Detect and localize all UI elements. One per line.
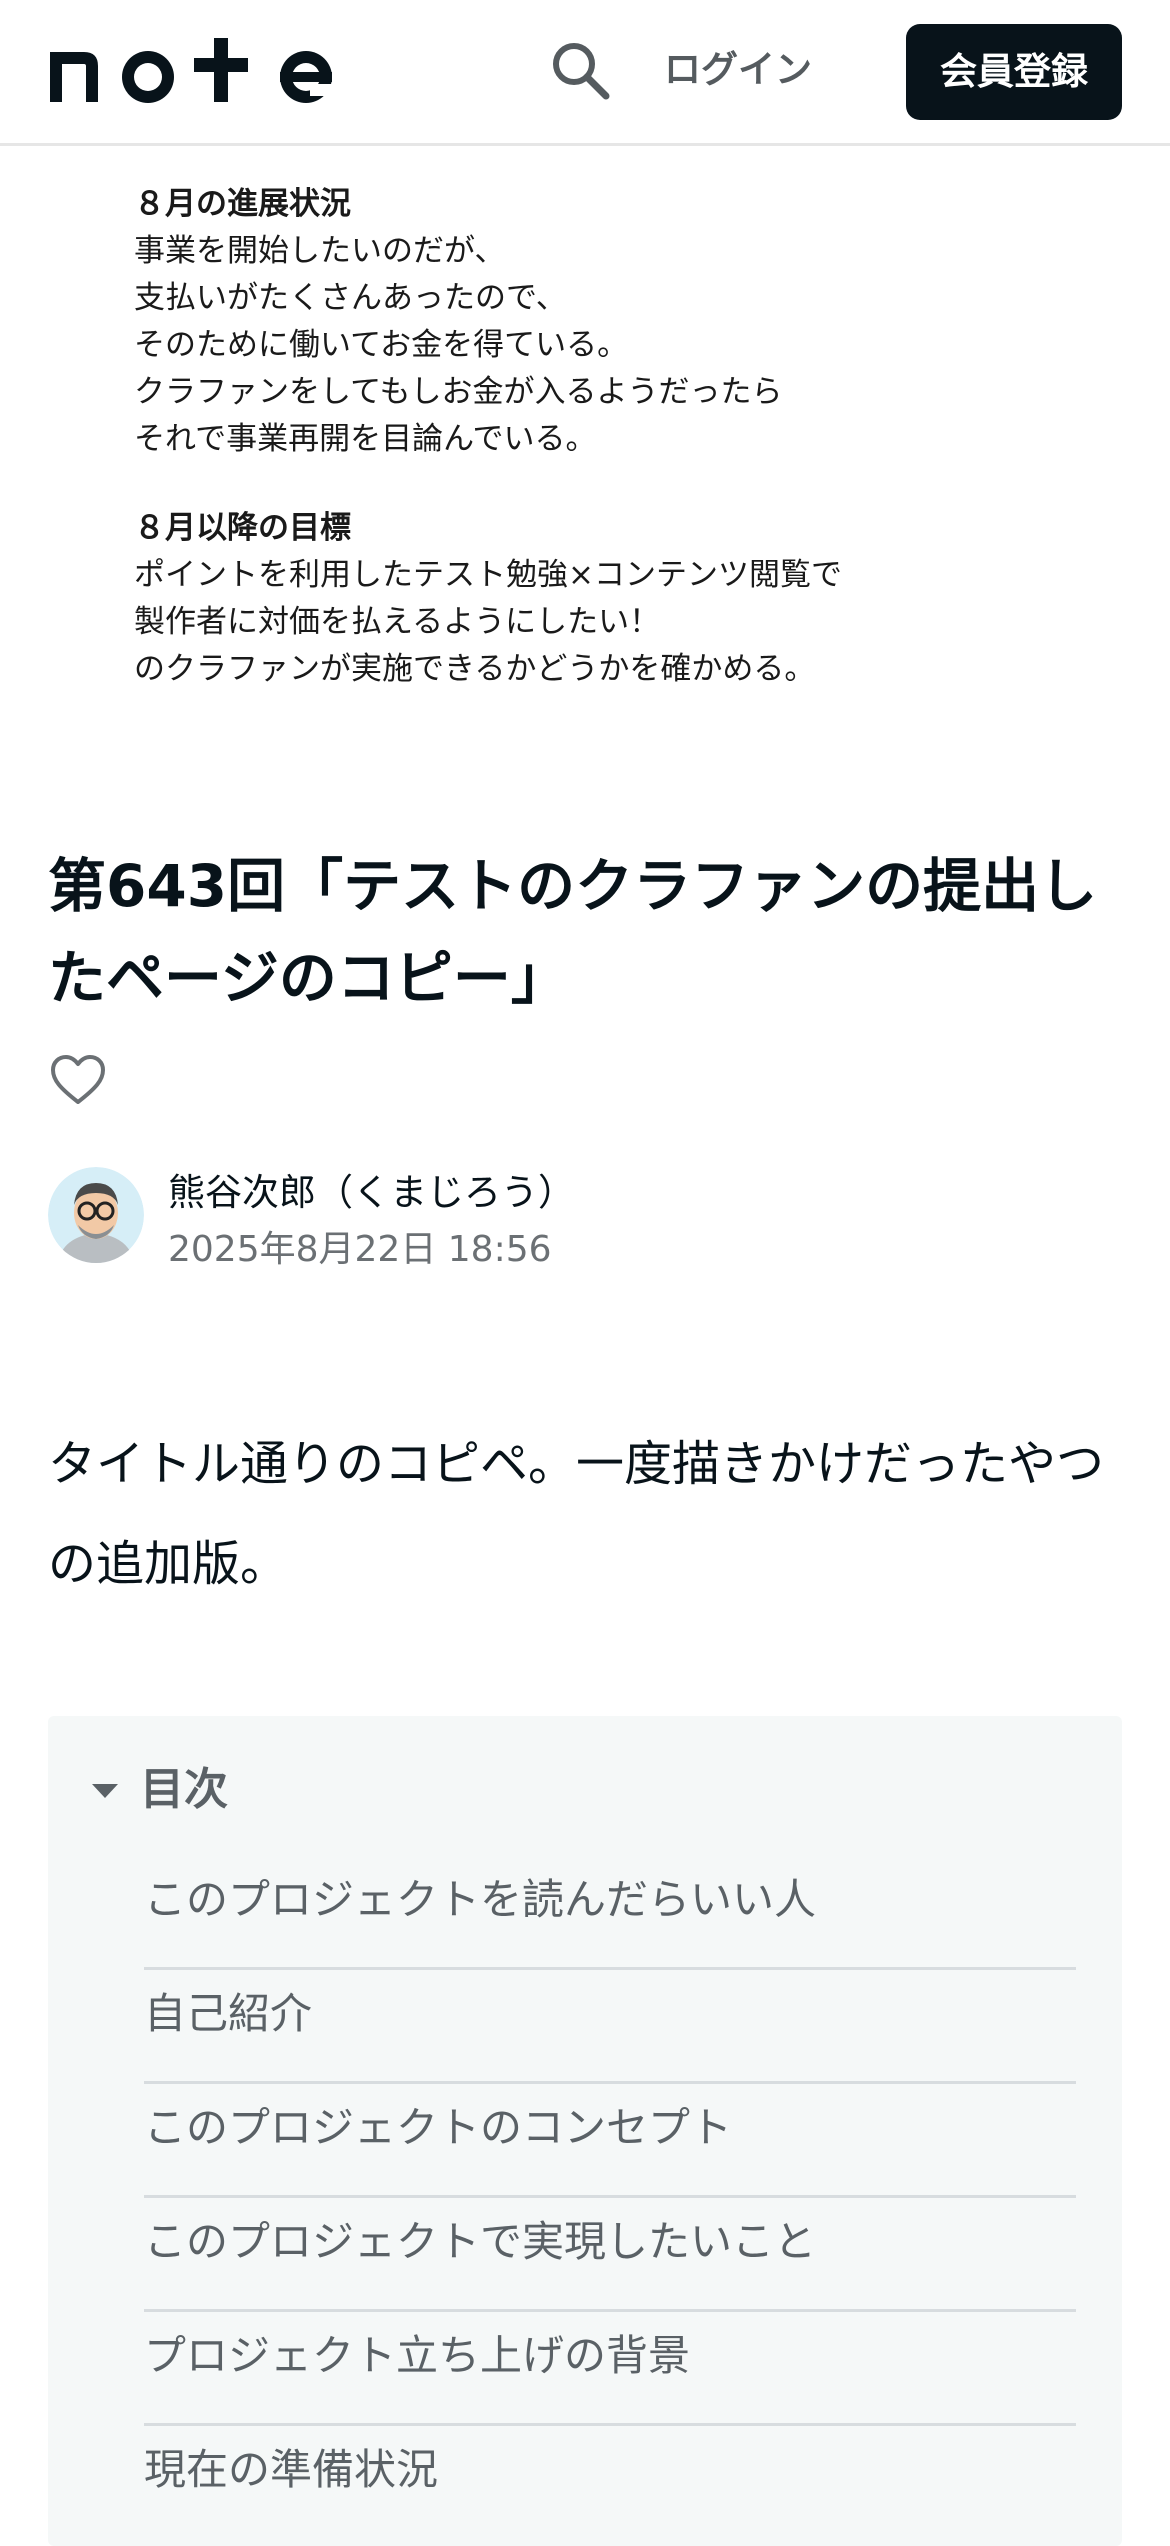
- toc-list: このプロジェクトを読んだらいい人 自己紹介 このプロジェクトのコンセプト このプ…: [144, 1856, 1076, 2540]
- search-icon: [553, 43, 610, 100]
- author-avatar-image: [48, 1167, 144, 1263]
- toc-item[interactable]: このプロジェクトで実現したいこと: [144, 2198, 1076, 2312]
- progress-heading: ８月の進展状況: [134, 186, 351, 222]
- site-header: ログイン 会員登録: [0, 0, 1170, 146]
- toc-item[interactable]: プロジェクト立ち上げの背景: [144, 2312, 1076, 2426]
- article-title-line: 第643回「テストのクラファンの提出し: [48, 852, 1098, 920]
- article-body: タイトル通りのコピペ。一度描きかけだったやつ の追加版。: [48, 1414, 1128, 1614]
- author-name[interactable]: 熊谷次郎（くまじろう）: [168, 1168, 575, 1218]
- toc-item-label: このプロジェクトのコンセプト: [144, 2103, 733, 2152]
- toc-item-label: 現在の準備状況: [144, 2445, 439, 2494]
- toc-item[interactable]: 現在の準備状況: [144, 2426, 1076, 2540]
- progress-line: 支払いがたくさんあったので、: [134, 280, 567, 316]
- note-logo-mark: [50, 38, 334, 103]
- toc-title: 目次: [140, 1764, 228, 1815]
- post-date: 2025年8月22日 18:56: [168, 1229, 552, 1270]
- progress-section: ８月の進展状況 事業を開始したいのだが、 支払いがたくさんあったので、 そのため…: [134, 181, 783, 463]
- toc-item-label: このプロジェクトで実現したいこと: [144, 2217, 817, 2266]
- toc-item[interactable]: このプロジェクトを読んだらいい人: [144, 1856, 1076, 1970]
- toc-item[interactable]: 自己紹介: [144, 1970, 1076, 2084]
- article-title: 第643回「テストのクラファンの提出し たページのコピー」: [48, 840, 1128, 1024]
- signup-button[interactable]: 会員登録: [906, 24, 1122, 120]
- table-of-contents: 目次 このプロジェクトを読んだらいい人 自己紹介 このプロジェクトのコンセプト …: [48, 1716, 1122, 2546]
- author-avatar[interactable]: [48, 1167, 144, 1263]
- toc-item-label: プロジェクト立ち上げの背景: [144, 2331, 691, 2380]
- note-logo[interactable]: [48, 30, 343, 106]
- login-button[interactable]: ログイン: [664, 40, 812, 100]
- eyecatch-image: ８月の進展状況 事業を開始したいのだが、 支払いがたくさんあったので、 そのため…: [0, 149, 1170, 709]
- body-paragraph-line: タイトル通りのコピペ。一度描きかけだったやつ: [48, 1436, 1105, 1492]
- progress-line: クラファンをしてもしお金が入るようだったら: [134, 374, 783, 410]
- toc-item[interactable]: このプロジェクトのコンセプト: [144, 2084, 1076, 2198]
- goal-line: ポイントを利用したテスト勉強×コンテンツ閲覧で: [134, 557, 842, 593]
- progress-line: そのために働いてお金を得ている。: [134, 327, 629, 363]
- toc-item-label: このプロジェクトを読んだらいい人: [144, 1875, 817, 1924]
- progress-line: 事業を開始したいのだが、: [134, 233, 506, 269]
- goal-section: ８月以降の目標 ポイントを利用したテスト勉強×コンテンツ閲覧で 製作者に対価を払…: [134, 505, 842, 693]
- goal-line: 製作者に対価を払えるようにしたい！: [134, 604, 661, 640]
- goal-line: のクラファンが実施できるかどうかを確かめる。: [134, 651, 816, 687]
- caret-down-icon: [92, 1784, 118, 1798]
- heart-icon: [51, 1055, 105, 1104]
- search-button[interactable]: [548, 38, 612, 102]
- progress-line: それで事業再開を目論んでいる。: [134, 421, 597, 457]
- goal-heading: ８月以降の目標: [134, 510, 351, 546]
- body-paragraph-line: の追加版。: [48, 1536, 289, 1592]
- toc-item-label: 自己紹介: [144, 1989, 313, 2038]
- article-title-line: たページのコピー」: [48, 944, 569, 1012]
- like-button[interactable]: [48, 1052, 108, 1108]
